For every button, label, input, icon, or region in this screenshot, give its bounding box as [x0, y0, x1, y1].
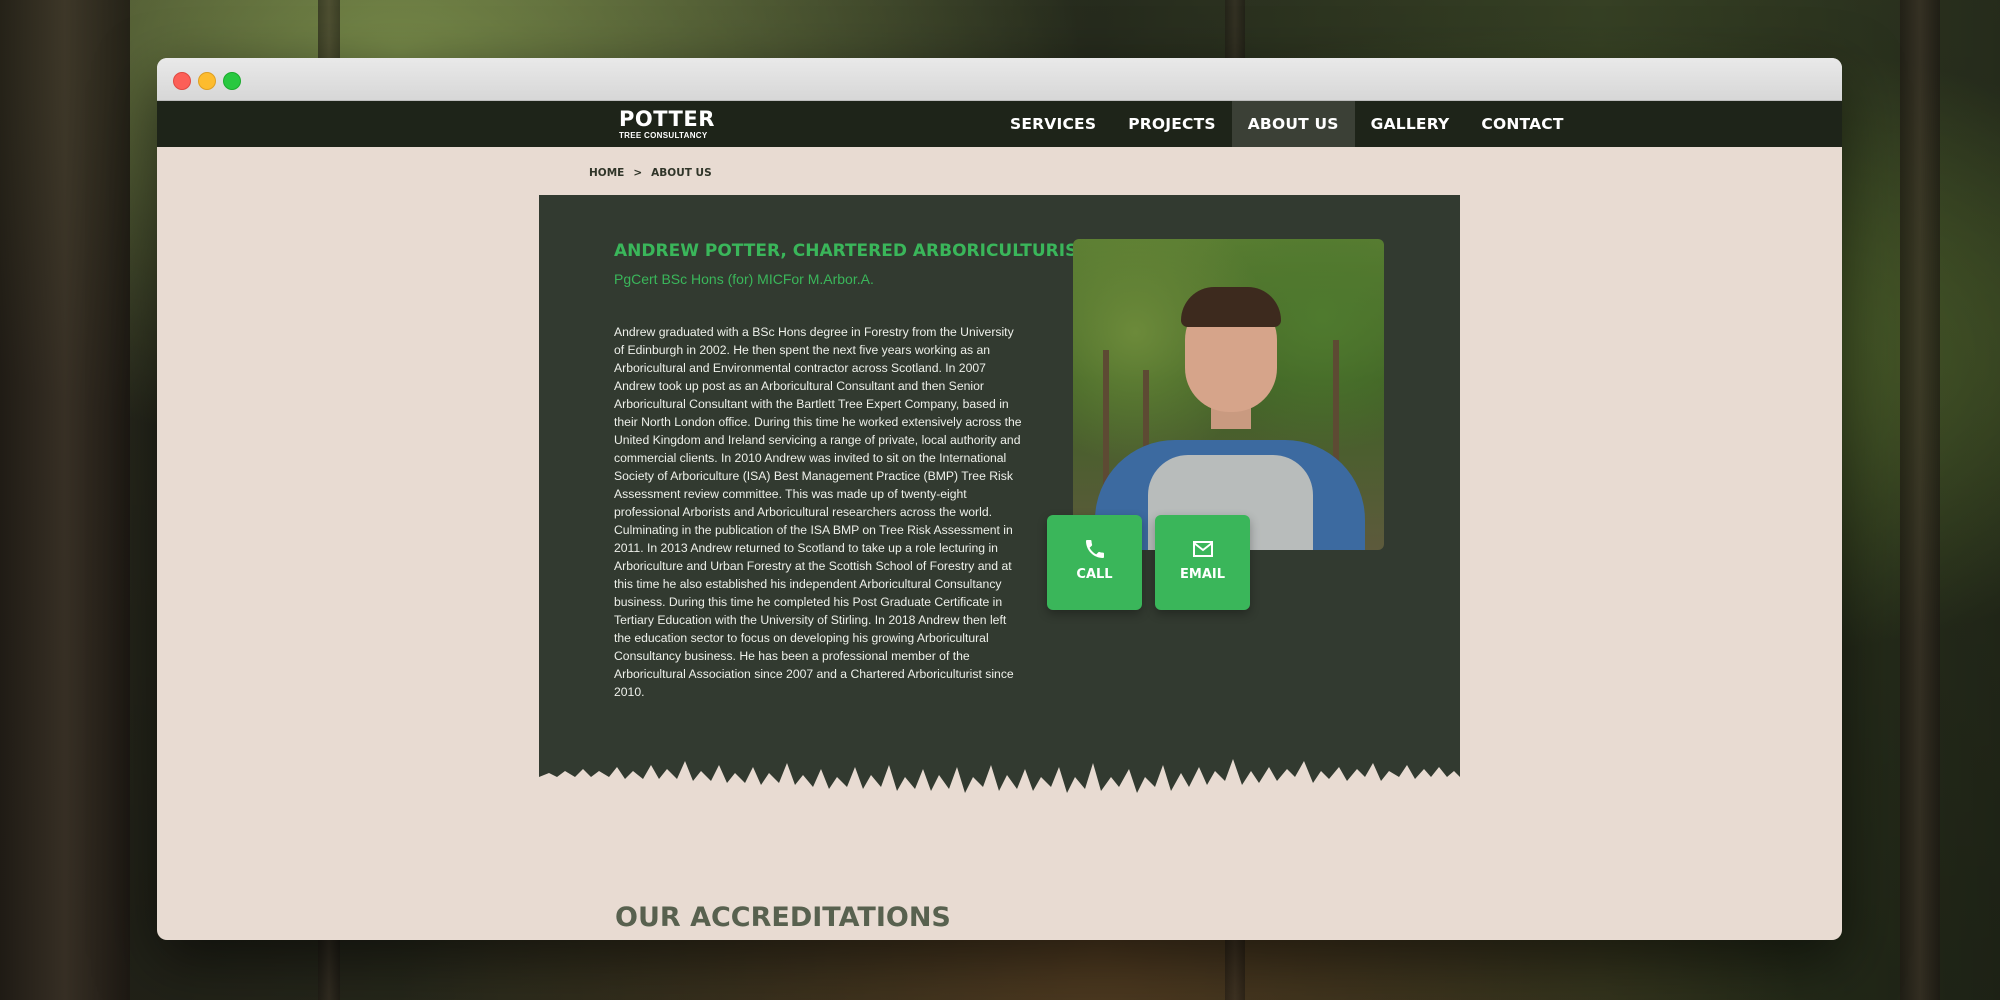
accreditations-heading: Our Accreditations	[615, 902, 951, 933]
nav-item-services[interactable]: Services	[994, 101, 1112, 147]
logo-wordmark: POTTER	[619, 107, 715, 131]
close-window-button[interactable]	[173, 72, 191, 90]
logo-tagline: TREE CONSULTANCY	[619, 131, 708, 140]
minimize-window-button[interactable]	[198, 72, 216, 90]
profile-bio: Andrew graduated with a BSc Hons degree …	[614, 325, 1022, 699]
mail-icon	[1192, 541, 1213, 557]
nav-item-projects[interactable]: Projects	[1112, 101, 1232, 147]
window-titlebar	[157, 58, 1842, 101]
call-button[interactable]: Call	[1047, 515, 1142, 610]
treeline-divider	[539, 747, 1460, 793]
main-nav: Services Projects About Us Gallery Conta…	[994, 101, 1580, 147]
nav-item-contact[interactable]: Contact	[1465, 101, 1579, 147]
breadcrumb-current: ABOUT US	[651, 167, 712, 179]
email-button[interactable]: Email	[1155, 515, 1250, 610]
site-header: POTTER TREE CONSULTANCY Services Project…	[157, 101, 1842, 147]
email-button-label: Email	[1180, 567, 1225, 582]
breadcrumb: HOME > ABOUT US	[589, 167, 712, 179]
profile-card: Andrew Potter, Chartered Arboriculturist…	[539, 195, 1460, 755]
call-button-label: Call	[1076, 567, 1113, 582]
profile-photo	[1073, 239, 1384, 550]
browser-window: POTTER TREE CONSULTANCY Services Project…	[157, 58, 1842, 940]
site-logo[interactable]: POTTER TREE CONSULTANCY	[619, 108, 719, 140]
maximize-window-button[interactable]	[223, 72, 241, 90]
nav-item-gallery[interactable]: Gallery	[1355, 101, 1466, 147]
tree-trunk	[0, 0, 130, 1000]
breadcrumb-home-link[interactable]: HOME	[589, 167, 624, 179]
nav-item-about-us[interactable]: About Us	[1231, 101, 1355, 147]
profile-credentials: PgCert BSc Hons (for) MICFor M.Arbor.A.	[614, 271, 874, 287]
phone-icon	[1085, 540, 1104, 558]
page-content: HOME > ABOUT US Andrew Potter, Chartered A…	[157, 147, 1842, 940]
tree-trunk	[1900, 0, 1940, 1000]
profile-name: Andrew Potter, Chartered Arboriculturist	[614, 241, 1089, 261]
breadcrumb-separator: >	[633, 167, 643, 179]
